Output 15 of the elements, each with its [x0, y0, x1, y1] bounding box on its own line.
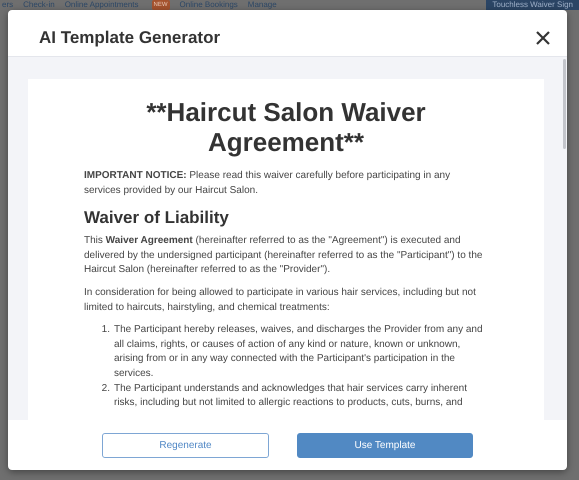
list-item: The Participant understands and acknowledges that hair services carry inherent risks, including but not limited to allergic reactions to products, cuts, burns, and: [114, 382, 468, 410]
use-template-button[interactable]: Use Template: [297, 432, 473, 458]
list-item: The Participant hereby releases, waives, and discharges the Provider from any and all claims, rights, or causes of action of any kind or nature, known or unknown, arising from or in any way connected with the Participant's participation in the services.: [114, 323, 484, 381]
close-icon: [535, 30, 551, 46]
list-number: 2.: [100, 382, 110, 396]
paragraph: IMPORTANT NOTICE: Please read this waiver carefully before participating in any services provided by our Haircut Salon.: [84, 169, 452, 198]
regenerate-button[interactable]: Regenerate: [102, 432, 269, 458]
section-heading: Waiver of Liability: [84, 208, 230, 228]
list-number: 1.: [100, 323, 110, 338]
dialog-title: AI Template Generator: [39, 28, 220, 48]
scrollbar[interactable]: [563, 59, 566, 149]
paragraph: This Waiver Agreement (hereinafter referred to as the "Agreement") is executed and delivered by the undersigned participant (hereinafter referred to as the "Participant") to the Haircut Salon (hereinafter referred to as the "Provider").: [84, 234, 484, 278]
close-button[interactable]: [535, 30, 551, 46]
paragraph: In consideration for being allowed to participate in various hair services, including but not limited to haircuts, hairstyling, and chemical treatments:: [84, 286, 477, 315]
document-title: **Haircut Salon Waiver Agreement**: [145, 97, 427, 157]
